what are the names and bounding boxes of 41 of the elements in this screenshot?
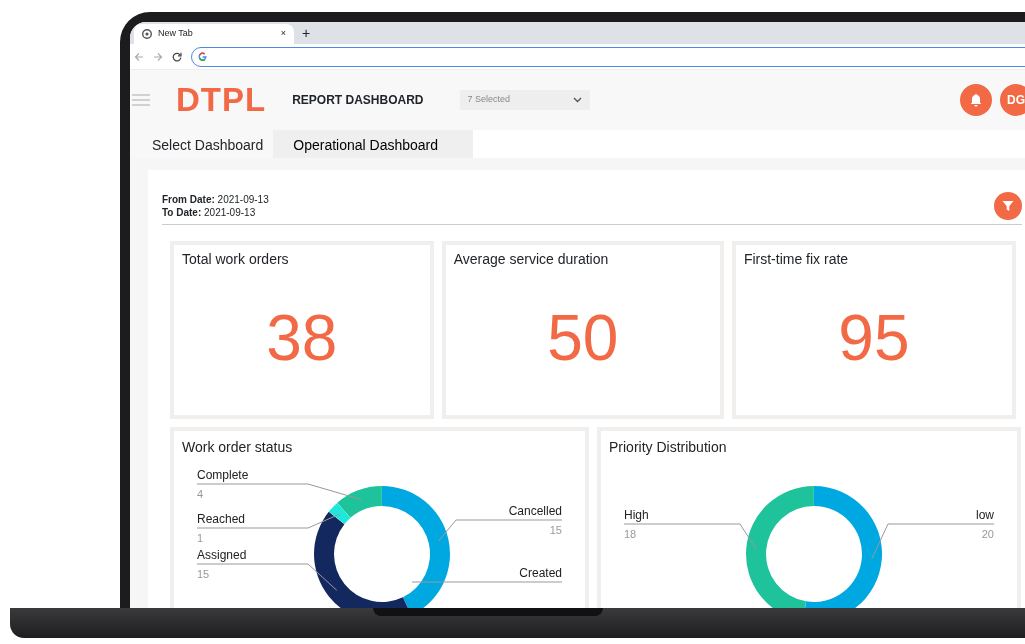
tab-close-button[interactable]: × xyxy=(280,27,286,41)
dashboard-label: Select Dashboard xyxy=(130,130,274,158)
forward-icon[interactable] xyxy=(153,51,163,62)
new-tab-button[interactable]: + xyxy=(302,26,311,40)
chart-label: High xyxy=(624,508,649,522)
tab-title: New Tab xyxy=(158,27,194,41)
kpi-value: 38 xyxy=(265,301,339,376)
filter-button[interactable] xyxy=(994,192,1022,220)
page-title: REPORT DASHBOARD xyxy=(292,92,424,109)
kpi-value: 95 xyxy=(837,301,911,376)
date-range-text: To Date: 2021-09-13 xyxy=(162,206,257,219)
chevron-down-icon xyxy=(572,97,582,103)
back-icon[interactable] xyxy=(134,51,144,62)
chart-title: Priority Distribution xyxy=(609,438,728,457)
filter-icon xyxy=(1002,200,1014,212)
chart-value: 1 xyxy=(197,532,204,544)
kpi-title: Total work orders xyxy=(182,250,290,269)
chart-label: Created xyxy=(519,566,562,580)
kpi-title: Average service duration xyxy=(453,250,610,269)
kpi-title: First-time fix rate xyxy=(743,250,850,269)
bell-icon xyxy=(970,93,982,107)
chart-value: 4 xyxy=(197,488,204,500)
date-range-text: From Date: 2021-09-13 xyxy=(162,193,270,206)
chart-value: 15 xyxy=(197,568,210,580)
chart-value: 20 xyxy=(981,528,994,540)
globe-icon xyxy=(142,29,152,39)
chart-label: Reached xyxy=(197,512,246,526)
chart-value: 18 xyxy=(624,528,637,540)
logo: DTPL xyxy=(176,80,267,121)
chart-label: Cancelled xyxy=(508,504,562,518)
browser-tab[interactable]: New Tab × xyxy=(134,24,294,44)
dashboard-tab[interactable]: Operational Dashboard xyxy=(273,130,474,158)
google-icon xyxy=(198,52,207,61)
kpi-value: 50 xyxy=(546,301,620,376)
chart-label: Assigned xyxy=(197,548,247,562)
chart-value: 15 xyxy=(549,524,562,536)
reload-icon[interactable] xyxy=(172,51,182,62)
chart-label: low xyxy=(976,508,994,522)
chart-label: Complete xyxy=(197,468,249,482)
notifications-button[interactable] xyxy=(960,84,992,116)
chart-title: Work order status xyxy=(182,438,294,457)
